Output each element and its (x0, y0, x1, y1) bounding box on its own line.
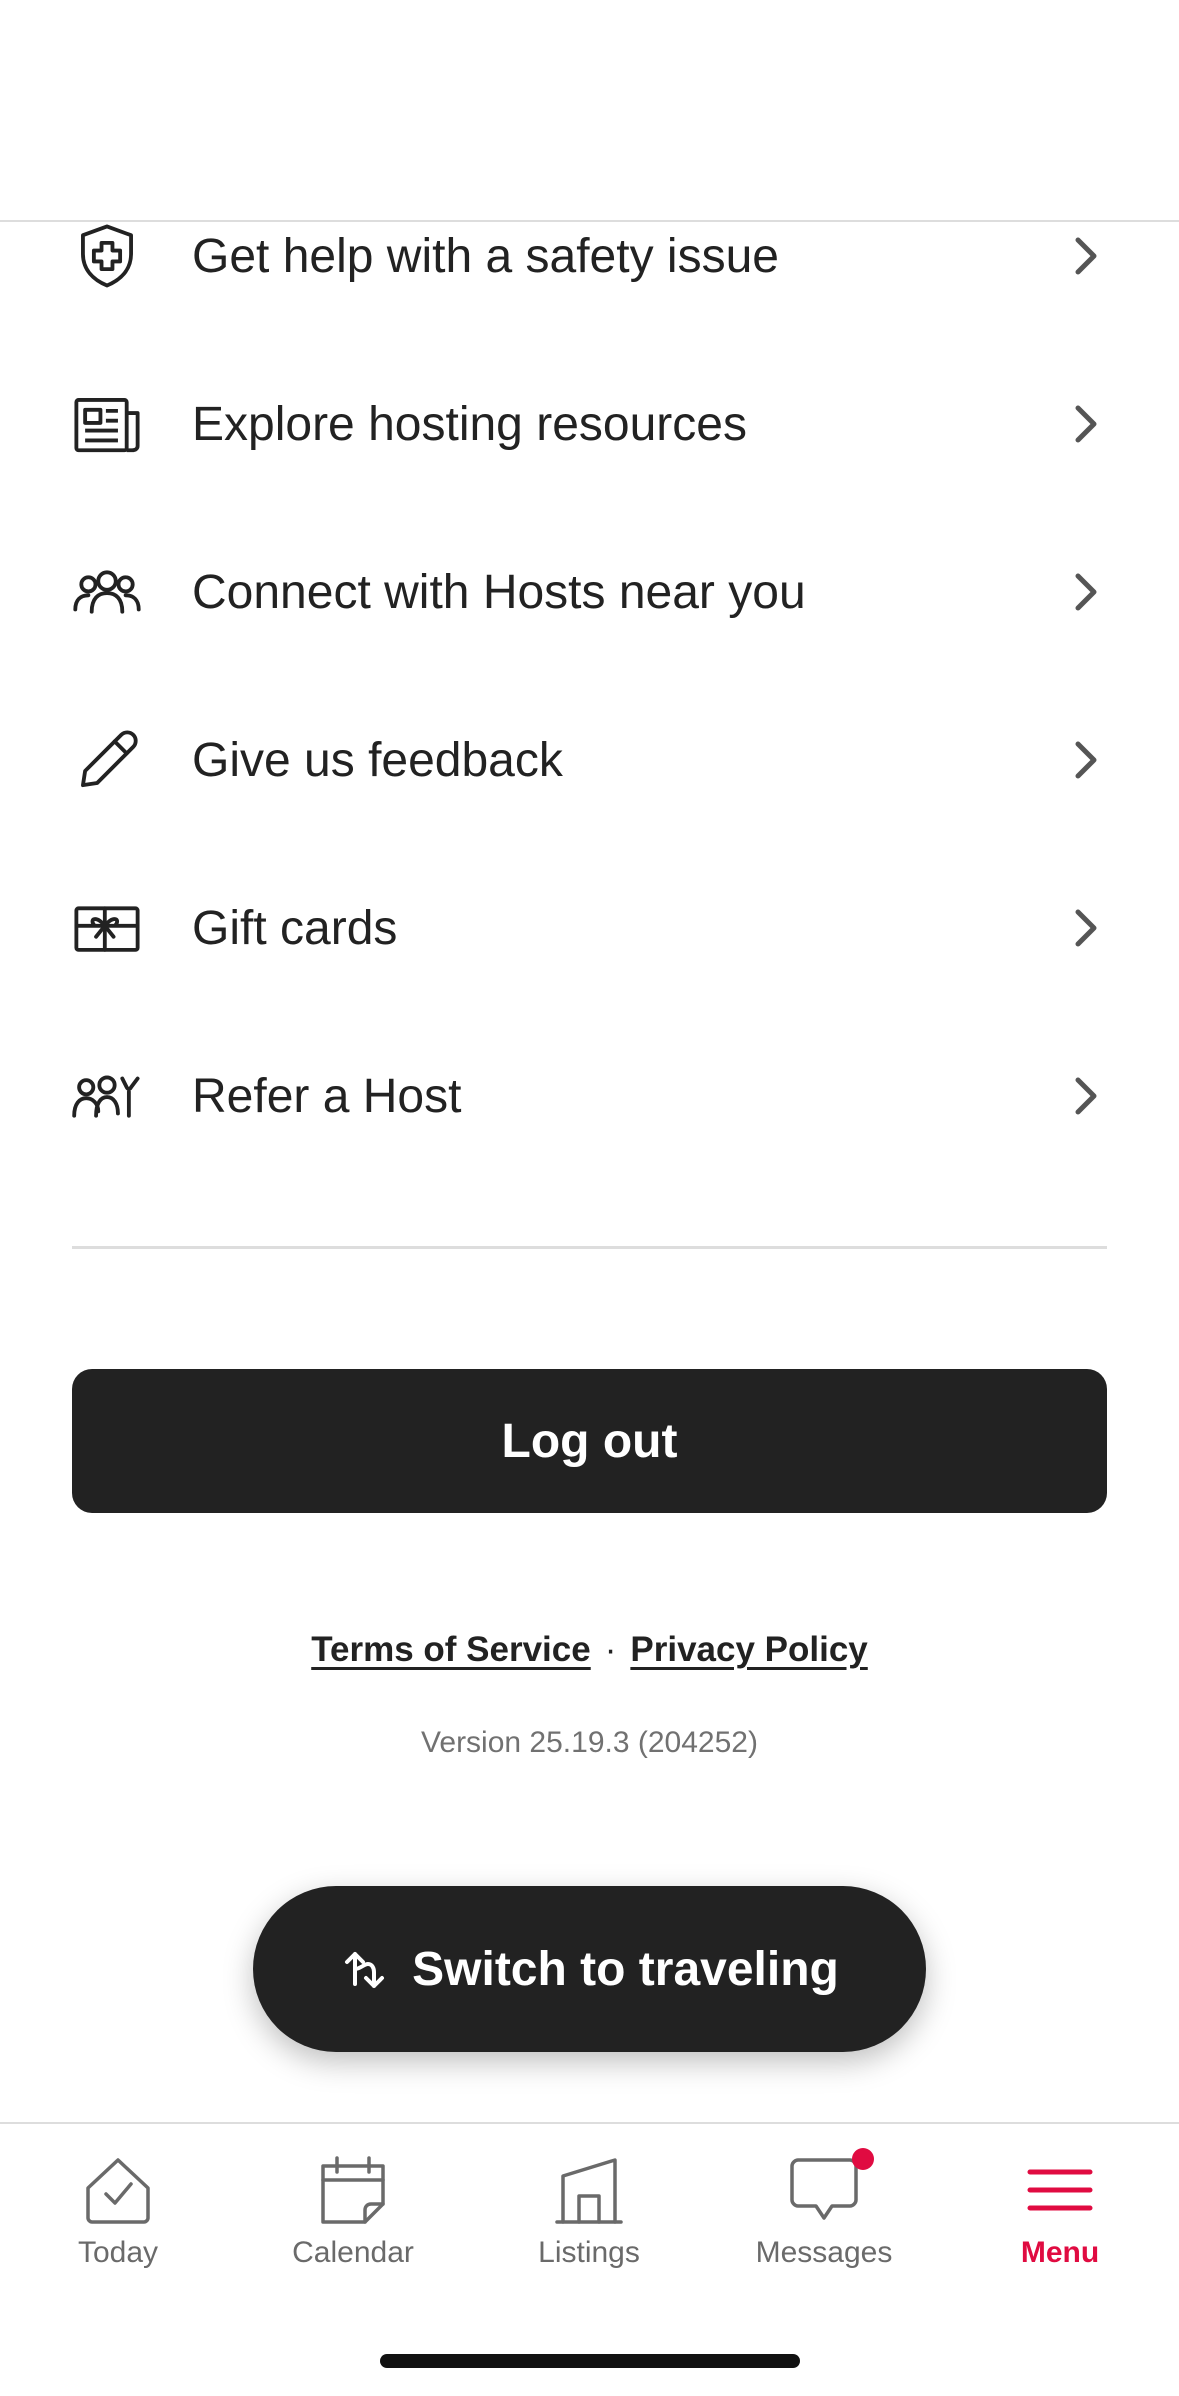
menu-item-hosting-resources[interactable]: Explore hosting resources (0, 340, 1179, 508)
host-menu-screen: Get help with a safety issue Explore hos… (0, 0, 1179, 2396)
gift-card-icon (72, 893, 142, 963)
menu-item-label: Give us feedback (192, 733, 563, 787)
tab-calendar[interactable]: Calendar (253, 2154, 453, 2284)
menu-item-safety-help[interactable]: Get help with a safety issue (0, 172, 1179, 340)
switch-to-traveling-button[interactable]: Switch to traveling (253, 1886, 926, 2052)
tab-label: Listings (538, 2236, 640, 2269)
legal-separator: · (604, 1630, 617, 1669)
today-check-icon (82, 2154, 154, 2226)
unread-badge (852, 2148, 874, 2170)
menu-item-label: Refer a Host (192, 1069, 462, 1123)
switch-label: Switch to traveling (412, 1942, 839, 1996)
app-version: Version 25.19.3 (204252) (421, 1726, 758, 1759)
shield-plus-icon (72, 221, 142, 291)
chevron-right-icon (1068, 1071, 1104, 1121)
tab-menu[interactable]: Menu (960, 2154, 1160, 2284)
menu-item-gift-cards[interactable]: Gift cards (0, 844, 1179, 1012)
messages-bubble-icon (788, 2148, 874, 2226)
menu-item-feedback[interactable]: Give us feedback (0, 676, 1179, 844)
privacy-policy-link[interactable]: Privacy Policy (630, 1630, 867, 1669)
menu-item-refer-host[interactable]: Refer a Host (0, 1012, 1179, 1180)
listings-house-icon (553, 2154, 625, 2226)
tab-messages[interactable]: Messages (724, 2148, 924, 2284)
chevron-right-icon (1068, 231, 1104, 281)
menu-item-label: Explore hosting resources (192, 397, 747, 451)
chevron-right-icon (1068, 567, 1104, 617)
logout-button[interactable]: Log out (72, 1369, 1107, 1513)
calendar-icon (317, 2154, 389, 2226)
menu-item-label: Get help with a safety issue (192, 229, 779, 283)
chevron-right-icon (1068, 399, 1104, 449)
pencil-icon (72, 725, 142, 795)
tab-label: Messages (755, 2236, 893, 2269)
tab-label: Today (77, 2236, 159, 2269)
tab-label: Menu (1020, 2236, 1100, 2269)
home-indicator (380, 2354, 800, 2368)
newspaper-icon (72, 389, 142, 459)
menu-hamburger-icon (1024, 2154, 1096, 2226)
tab-label: Calendar (292, 2236, 414, 2269)
menu-item-connect-hosts[interactable]: Connect with Hosts near you (0, 508, 1179, 676)
people-group-icon (72, 557, 142, 627)
refer-people-icon (72, 1061, 142, 1131)
chevron-right-icon (1068, 903, 1104, 953)
chevron-right-icon (1068, 735, 1104, 785)
section-divider (72, 1246, 1107, 1249)
menu-item-label: Gift cards (192, 901, 398, 955)
tab-today[interactable]: Today (18, 2154, 218, 2284)
menu-item-label: Connect with Hosts near you (192, 565, 806, 619)
switch-arrows-icon (340, 1944, 390, 1994)
terms-of-service-link[interactable]: Terms of Service (311, 1630, 591, 1669)
legal-links: Terms of Service · Privacy Policy (0, 1630, 1179, 1670)
tab-listings[interactable]: Listings (489, 2154, 689, 2284)
